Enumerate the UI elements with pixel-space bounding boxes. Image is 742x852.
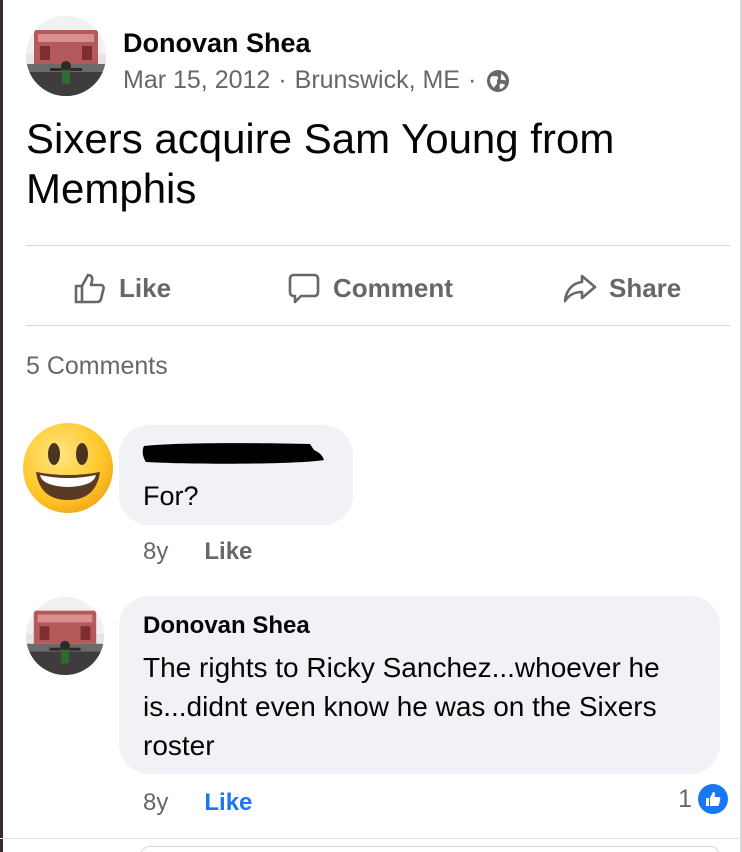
comment-like-button[interactable]: Like — [204, 789, 252, 817]
post-location[interactable]: Brunswick, ME — [295, 66, 460, 95]
smiley-emoji-icon[interactable] — [20, 420, 116, 516]
write-comment-box[interactable] — [140, 846, 720, 852]
speech-bubble-icon — [288, 273, 320, 304]
thumbs-up-icon — [74, 273, 105, 304]
post-date[interactable]: Mar 15, 2012 — [123, 66, 270, 95]
globe-icon[interactable] — [486, 69, 510, 93]
share-label: Share — [609, 272, 682, 303]
like-reaction-icon — [698, 784, 728, 814]
divider-bottom — [26, 325, 730, 326]
commenter-avatar[interactable] — [26, 597, 104, 675]
profile-photo-icon — [26, 597, 104, 675]
author-avatar[interactable] — [26, 16, 106, 96]
comments-count-link[interactable]: 5 Comments — [26, 352, 168, 381]
profile-photo-icon — [26, 16, 106, 96]
share-arrow-icon — [563, 274, 597, 303]
comment-text: The rights to Ricky Sanchez...whoever he… — [143, 652, 660, 761]
divider-top — [26, 245, 730, 246]
like-label: Like — [119, 272, 172, 303]
like-button[interactable]: Like — [73, 266, 171, 310]
comment-label: Comment — [333, 272, 453, 303]
post-header: Donovan Shea Mar 15, 2012 · Brunswick, M… — [26, 16, 726, 96]
meta-separator-2: · — [467, 66, 477, 94]
redacted-author-name — [142, 440, 326, 466]
comment-age[interactable]: 8y — [143, 538, 168, 566]
post-text: Sixers acquire Sam Young from Memphis — [26, 115, 615, 212]
comment-age[interactable]: 8y — [143, 789, 168, 817]
comment-like-button[interactable]: Like — [204, 538, 252, 566]
comment-button[interactable]: Comment — [287, 266, 453, 310]
reaction-count: 1 — [678, 784, 692, 813]
comment-footer: 8y Like — [143, 789, 252, 817]
reaction-summary[interactable]: 1 — [678, 784, 728, 814]
meta-separator: · — [278, 66, 287, 94]
post-author-name[interactable]: Donovan Shea — [123, 28, 311, 59]
post-meta: Mar 15, 2012 · Brunswick, ME · — [123, 66, 510, 95]
comment-footer: 8y Like — [143, 538, 252, 566]
comment-author-name[interactable]: Donovan Shea — [143, 612, 310, 640]
section-divider — [0, 838, 742, 839]
comment-text: For? — [143, 481, 199, 511]
share-button[interactable]: Share — [563, 266, 681, 310]
window-edge — [0, 0, 3, 852]
